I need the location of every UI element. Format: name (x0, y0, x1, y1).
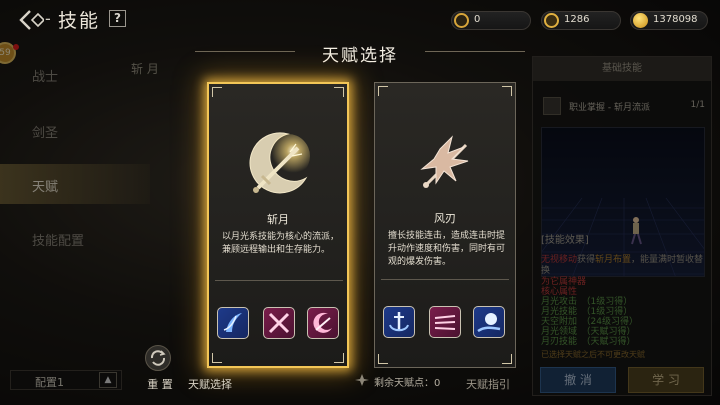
talent-card-fengren[interactable]: 风刃 擅长技能连击，造成连击时提升动作速度和伤害，同时有可观的爆发伤害。 (374, 82, 516, 368)
talent-skills (375, 293, 515, 353)
reset-label: 重 置 (147, 378, 173, 391)
title-line-left (195, 51, 295, 52)
wind-blade-icon (406, 125, 484, 203)
talent-point-icon (355, 374, 369, 386)
currency-value: 0 (474, 14, 481, 25)
title-line-right (425, 51, 525, 52)
currency-crystal[interactable]: 0 (451, 11, 531, 30)
corner-ornament (502, 354, 512, 364)
talent-guide-button[interactable]: 天赋指引 (466, 376, 510, 392)
help-icon[interactable]: ? (109, 10, 126, 27)
corner-ornament (502, 86, 512, 96)
corner-ornament (212, 353, 222, 363)
gem-icon (544, 13, 559, 28)
corner-ornament (212, 87, 222, 97)
currency-gem[interactable]: 1286 (541, 11, 621, 30)
remaining-points-label: 剩余天赋点：0 (374, 378, 441, 389)
talent-name: 风刃 (434, 212, 456, 225)
corner-ornament (334, 87, 344, 97)
talent-description: 擅长技能连击，造成连击时提升动作速度和伤害，同时有可观的爆发伤害。 (388, 231, 506, 267)
moon-slash-skill-icon[interactable] (217, 307, 249, 339)
divider (215, 280, 343, 281)
anchor-strike-skill-icon[interactable] (383, 306, 415, 338)
talent-skills (209, 294, 347, 354)
page-title: 技能 (58, 10, 101, 32)
cross-blades-skill-icon[interactable] (263, 307, 295, 339)
gold-coin-icon (633, 13, 648, 28)
crescent-sword-icon (240, 126, 318, 204)
title-separator: - (45, 9, 51, 28)
corner-ornament (334, 353, 344, 363)
refresh-icon (145, 345, 171, 371)
currency-value: 1286 (564, 14, 590, 25)
back-arrow-icon[interactable] (18, 8, 46, 32)
divider (381, 279, 509, 280)
modal-title: 天赋选择 (322, 46, 398, 66)
twin-slash-skill-icon[interactable] (429, 306, 461, 338)
corner-ornament (378, 354, 388, 364)
talent-name: 斩月 (267, 213, 289, 226)
remaining-points: 剩余天赋点：0 (350, 370, 462, 390)
corner-ornament (378, 86, 388, 96)
skull-burst-skill-icon[interactable] (473, 306, 505, 338)
talent-select-label[interactable]: 天赋选择 (188, 376, 232, 392)
reset-button[interactable]: 重 置 (140, 345, 178, 393)
currency-gold[interactable]: 1378098 (630, 11, 708, 30)
top-bar: - 技能 ? 0 1286 1378098 (0, 0, 720, 40)
crystal-icon (454, 13, 469, 28)
currency-value: 1378098 (653, 14, 698, 25)
talent-description: 以月光系技能为核心的流派，兼顾远程输出和生存能力。 (222, 232, 340, 255)
talent-card-zhanyue[interactable]: 斩月 以月光系技能为核心的流派，兼顾远程输出和生存能力。 (207, 82, 349, 368)
crescent-burst-skill-icon[interactable] (307, 307, 339, 339)
